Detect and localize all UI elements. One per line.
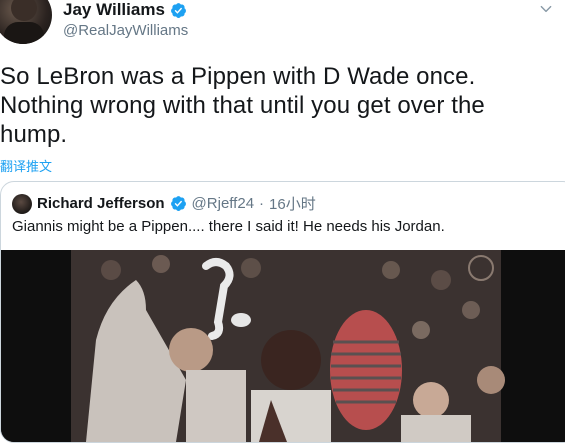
quoted-tweet-video[interactable] bbox=[1, 250, 565, 442]
tweet-text-line: hump. bbox=[0, 121, 68, 148]
quoted-tweet-card[interactable]: Richard Jefferson @Rjeff24 · 16小时 Gianni… bbox=[0, 181, 565, 443]
tweet-body: So LeBron was a Pippen with D Wade once.… bbox=[0, 62, 560, 149]
header-separator: · bbox=[259, 195, 265, 212]
chevron-down-icon[interactable] bbox=[539, 2, 553, 16]
tweet-author-avatar[interactable] bbox=[0, 0, 52, 44]
translate-tweet-link[interactable]: 翻译推文 bbox=[0, 156, 52, 175]
author-name-row: Jay Williams bbox=[63, 0, 188, 20]
author-display-name[interactable]: Jay Williams bbox=[63, 0, 165, 20]
quoted-author-avatar[interactable] bbox=[12, 193, 32, 214]
tweet-author: Jay Williams @RealJayWilliams bbox=[63, 0, 188, 39]
quoted-author-name[interactable]: Richard Jefferson bbox=[37, 195, 165, 212]
verified-badge-icon bbox=[170, 196, 186, 211]
avatar-image bbox=[4, 0, 44, 44]
tweet-text-line: Nothing wrong with that until you get ov… bbox=[0, 92, 485, 119]
author-handle[interactable]: @RealJayWilliams bbox=[63, 22, 188, 39]
quoted-tweet-header: Richard Jefferson @Rjeff24 · 16小时 bbox=[12, 193, 316, 214]
quoted-tweet-time[interactable]: 16小时 bbox=[269, 193, 316, 214]
verified-badge-icon bbox=[170, 2, 186, 18]
video-frame-image bbox=[1, 250, 565, 442]
quoted-tweet-text: Giannis might be a Pippen.... there I sa… bbox=[12, 218, 445, 235]
tweet-text-line: So LeBron was a Pippen with D Wade once. bbox=[0, 63, 476, 90]
quoted-author-handle[interactable]: @Rjeff24 bbox=[192, 195, 254, 212]
